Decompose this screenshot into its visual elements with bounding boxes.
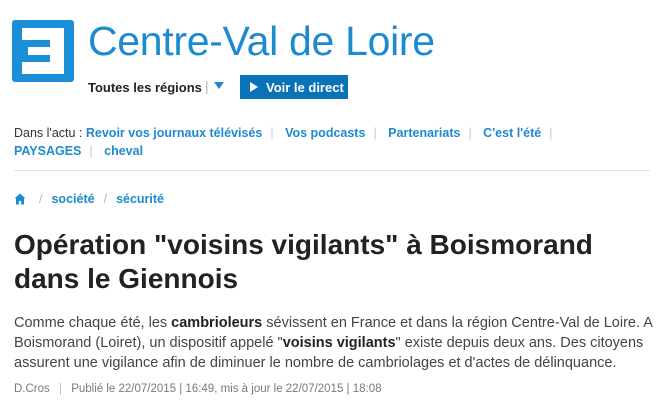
lead-keyword: cambrioleurs xyxy=(171,315,263,331)
breadcrumb-separator: / xyxy=(103,192,108,206)
home-icon[interactable] xyxy=(14,193,26,205)
regions-divider: | xyxy=(205,78,209,94)
article-lead: Comme chaque été, les cambrioleurs sévis… xyxy=(14,313,654,373)
chevron-down-icon[interactable] xyxy=(214,82,224,89)
byline: D.Cros | Publié le 22/07/2015 | 16:49, m… xyxy=(14,383,382,395)
live-button[interactable]: Voir le direct xyxy=(240,75,348,99)
actu-link-ete[interactable]: C'est l'été xyxy=(483,126,541,140)
breadcrumb: / société / sécurité xyxy=(14,192,164,206)
actu-link-cheval[interactable]: cheval xyxy=(104,144,143,158)
divider xyxy=(14,170,650,171)
lead-keyword: voisins vigilants xyxy=(282,335,396,351)
actu-separator: | xyxy=(549,126,553,140)
breadcrumb-item-securite[interactable]: sécurité xyxy=(116,192,164,206)
site-title[interactable]: Centre-Val de Loire xyxy=(88,18,435,65)
byline-separator: | xyxy=(58,383,62,395)
actu-link-paysages[interactable]: PAYSAGES xyxy=(14,144,81,158)
france3-logo-icon[interactable] xyxy=(12,20,74,82)
actu-bar: Dans l'actu : Revoir vos journaux télévi… xyxy=(14,124,650,160)
regions-selector[interactable]: Toutes les régions xyxy=(88,80,202,95)
play-icon xyxy=(250,82,258,92)
actu-separator: | xyxy=(270,126,274,140)
author-name: D.Cros xyxy=(14,383,50,395)
actu-separator: | xyxy=(89,144,93,158)
actu-separator: | xyxy=(373,126,377,140)
article-title: Opération "voisins vigilants" à Boismora… xyxy=(14,229,593,294)
lead-text: Comme chaque été, les xyxy=(14,315,172,331)
actu-label: Dans l'actu : xyxy=(14,126,83,140)
actu-link-podcasts[interactable]: Vos podcasts xyxy=(285,126,365,140)
breadcrumb-item-societe[interactable]: société xyxy=(51,192,94,206)
publish-date: Publié le 22/07/2015 | 16:49, mis à jour… xyxy=(71,383,382,395)
actu-link-journaux[interactable]: Revoir vos journaux télévisés xyxy=(86,126,262,140)
actu-link-partenariats[interactable]: Partenariats xyxy=(388,126,460,140)
actu-separator: | xyxy=(468,126,472,140)
breadcrumb-separator: / xyxy=(39,192,43,206)
live-button-label: Voir le direct xyxy=(266,79,344,95)
